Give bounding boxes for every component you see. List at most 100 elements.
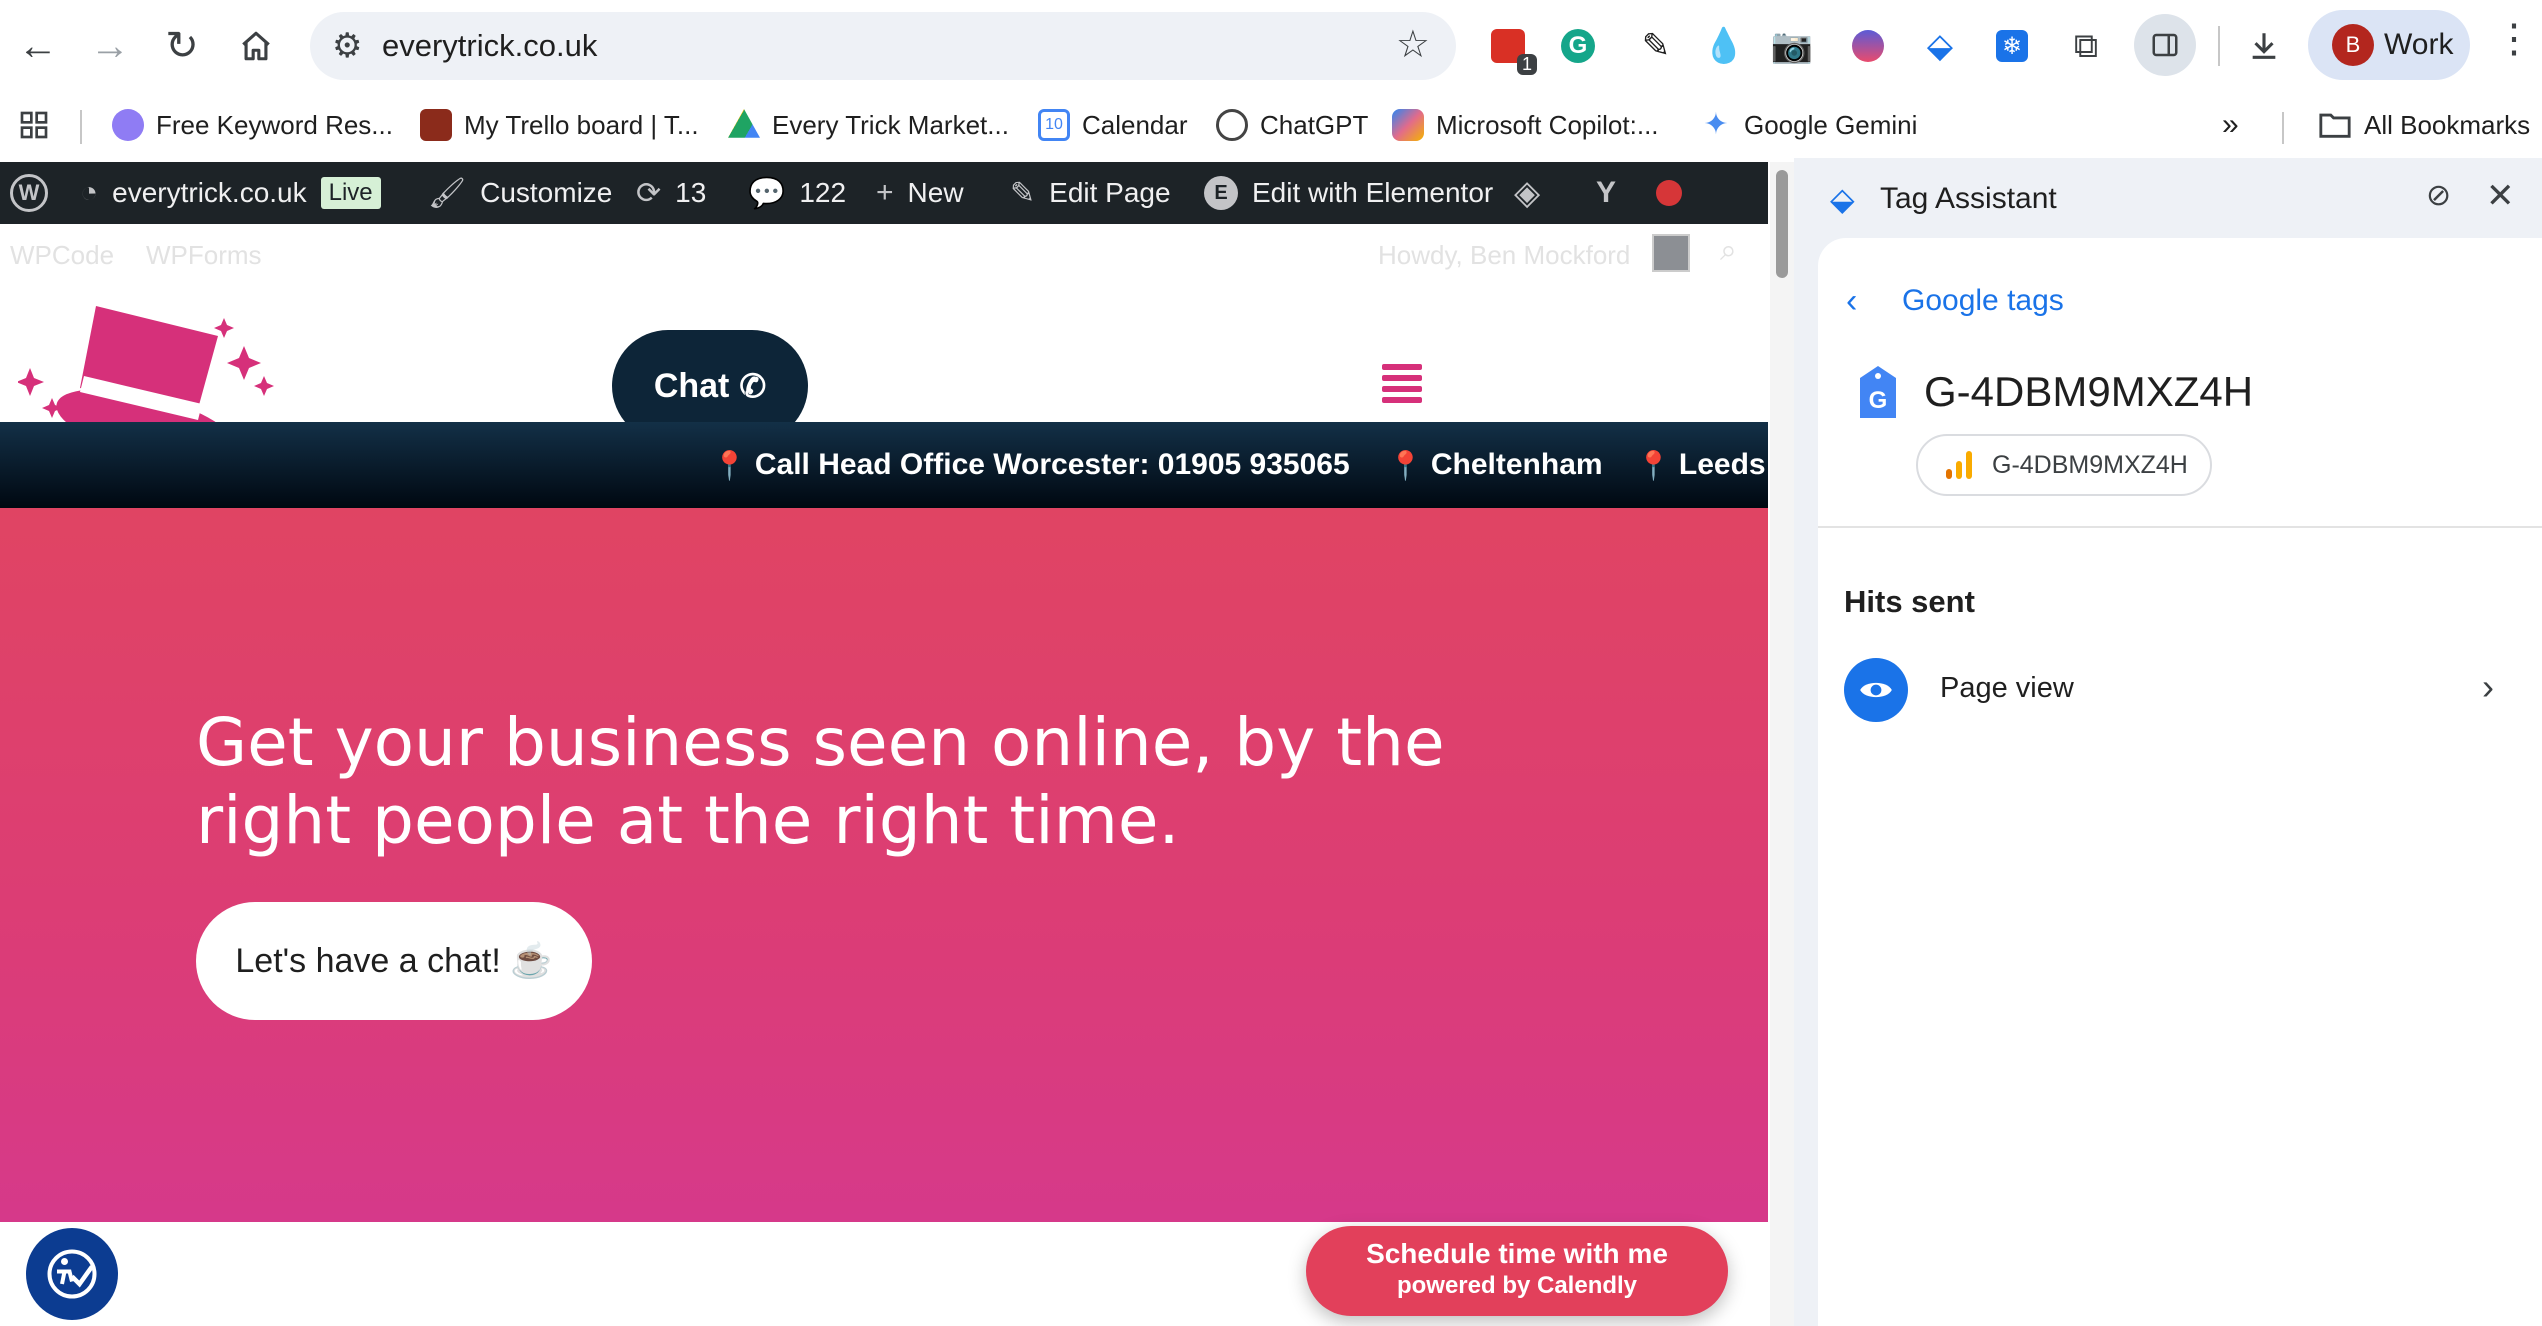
accessibility-button[interactable] [26, 1228, 118, 1320]
tag-assistant-logo-icon: ⬙ [1830, 181, 1855, 217]
wp-site-link[interactable]: ◔ everytrick.co.uk Live [80, 162, 381, 224]
bookmark-item[interactable]: 10 Calendar [1038, 102, 1188, 148]
avatar: B [2332, 24, 2374, 66]
cheltenham-link[interactable]: 📍 Cheltenham [1388, 422, 1603, 508]
arrow-left-icon: ← [18, 23, 58, 68]
faint-link-wpforms[interactable]: WPForms [146, 240, 262, 271]
dashboard-icon: ◔ [80, 176, 99, 209]
bookmark-item[interactable]: Free Keyword Res... [112, 102, 393, 148]
chat-button-label: Chat [653, 366, 730, 405]
bookmark-label: Free Keyword Res... [156, 109, 393, 140]
wp-elementor-link[interactable]: E Edit with Elementor [1204, 162, 1493, 224]
cheltenham-label: Cheltenham [1430, 448, 1603, 481]
bookmark-label: Calendar [1082, 109, 1188, 140]
calendly-subtitle: powered by Calendly [1396, 1272, 1638, 1299]
trello-icon [420, 109, 452, 141]
calendar-icon: 10 [1038, 109, 1070, 141]
bookmark-label: ChatGPT [1260, 109, 1369, 140]
panel-header: ⬙ Tag Assistant ⊘ ✕ [1794, 158, 2542, 238]
ga-property-chip[interactable]: G-4DBM9MXZ4H [1916, 434, 2212, 496]
head-office-link[interactable]: 📍 Call Head Office Worcester: 01905 9350… [712, 422, 1350, 508]
forward-button[interactable]: → [78, 14, 142, 78]
bookmark-item[interactable]: Microsoft Copilot:... [1392, 102, 1659, 148]
url-text[interactable]: everytrick.co.uk [382, 28, 597, 64]
home-icon [242, 31, 270, 61]
bookmark-label: Every Trick Market... [772, 109, 1009, 140]
accessibility-icon [47, 1249, 97, 1299]
contact-bar: 📍 Call Head Office Worcester: 01905 9350… [0, 422, 1768, 508]
user-avatar[interactable] [1652, 234, 1690, 272]
wp-updates-link[interactable]: ⟳ 13 [636, 162, 706, 224]
lets-chat-button[interactable]: Let's have a chat! ☕ [196, 902, 592, 1020]
extension-badge: 1 [1516, 54, 1537, 75]
bookmark-item[interactable]: ChatGPT [1216, 102, 1368, 148]
star-icon[interactable]: ☆ [1396, 22, 1430, 67]
pen-extension-icon[interactable]: ✎ [1630, 20, 1682, 72]
camera-icon[interactable]: 📷 [1766, 20, 1818, 72]
svg-text:G: G [1869, 387, 1888, 414]
more-vert-icon[interactable]: ⋮ [2494, 16, 2534, 62]
side-panel-toggle-icon[interactable] [2134, 14, 2196, 76]
scrollbar-thumb[interactable] [1776, 170, 1788, 278]
calendly-schedule-button[interactable]: Schedule time with me powered by Calendl… [1306, 1226, 1728, 1316]
back-button[interactable]: ← [6, 14, 70, 78]
drop-extension-icon[interactable]: 💧 [1698, 20, 1750, 72]
pin-icon: 📍 [1388, 449, 1423, 481]
wp-customize-link[interactable]: 🖌 Customize [428, 162, 612, 224]
apps-icon[interactable] [18, 102, 50, 148]
download-icon[interactable] [2238, 20, 2290, 72]
yoast-icon[interactable]: Y [1596, 162, 1616, 224]
leeds-link[interactable]: 📍 Leeds [1636, 422, 1766, 508]
wp-comments-link[interactable]: 💬 122 [748, 162, 846, 224]
pin-icon: 📍 [1636, 449, 1671, 481]
tag-assistant-icon[interactable]: ⬙ [1914, 20, 1966, 72]
grammarly-icon[interactable]: G [1552, 20, 1604, 72]
reload-button[interactable]: ↻ [150, 14, 214, 78]
edit-elementor-label: Edit with Elementor [1252, 177, 1494, 208]
profile-label: Work [2384, 28, 2454, 61]
recording-dot-icon[interactable] [1656, 180, 1682, 206]
wp-edit-page-link[interactable]: ✎ Edit Page [1010, 162, 1171, 224]
all-bookmarks-button[interactable]: All Bookmarks [2318, 102, 2530, 148]
hits-sent-heading: Hits sent [1844, 584, 1975, 619]
bookmark-item[interactable]: My Trello board | T... [420, 102, 699, 148]
reload-icon: ↻ [165, 24, 199, 68]
bookmark-item[interactable]: Every Trick Market... [728, 102, 1009, 148]
search-icon[interactable]: ⌕ [1720, 234, 1737, 268]
pencil-icon: ✎ [1010, 176, 1036, 210]
howdy-text[interactable]: Howdy, Ben Mockford [1378, 240, 1630, 271]
bookmark-label: My Trello board | T... [464, 109, 699, 140]
address-bar[interactable]: ⚙ everytrick.co.uk ☆ [310, 12, 1456, 80]
browser-toolbar: ← → ↻ ⚙ everytrick.co.uk ☆ 1 G ✎ 💧 📷 ⬙ ❄… [0, 0, 2542, 92]
wp-new-link[interactable]: + New [876, 162, 964, 224]
keyword-tool-icon [112, 109, 144, 141]
close-icon[interactable]: ✕ [2486, 176, 2515, 216]
arrow-right-icon: → [90, 23, 130, 68]
puzzle-icon[interactable]: ⧉ [2060, 20, 2112, 72]
faint-link-wpcode[interactable]: WPCode [10, 240, 114, 271]
new-label: New [907, 177, 964, 208]
snowflake-extension-icon[interactable]: ❄ [1986, 20, 2038, 72]
bookmarks-bar: Free Keyword Res... My Trello board | T.… [0, 92, 2542, 158]
hit-row-page-view[interactable]: Page view › [1818, 648, 2542, 732]
unpin-icon[interactable]: ⊘ [2426, 178, 2451, 213]
panel-title: Tag Assistant [1880, 182, 2057, 215]
google-tags-link[interactable]: Google tags [1902, 284, 2064, 318]
stripe-extension-icon[interactable] [1842, 20, 1894, 72]
gemini-icon: ✦ [1703, 108, 1729, 141]
extension-red-icon[interactable]: 1 [1482, 20, 1537, 75]
bookmarks-divider [2282, 112, 2284, 144]
profile-button[interactable]: B Work [2308, 10, 2470, 80]
menu-hamburger-icon[interactable] [1382, 364, 1422, 404]
chevron-left-icon[interactable]: ‹ [1846, 282, 1857, 321]
tune-icon[interactable]: ⚙ [332, 26, 362, 66]
tag-assistant-panel: ⬙ Tag Assistant ⊘ ✕ ‹ Google tags G G-4D… [1794, 158, 2542, 1326]
diamond-plugin-icon[interactable]: ◈ [1514, 162, 1540, 224]
bookmark-item[interactable]: ✦ Google Gemini [1700, 102, 1917, 148]
plus-icon: + [876, 176, 894, 209]
live-badge: Live [320, 177, 381, 209]
home-button[interactable] [224, 14, 288, 78]
wordpress-logo-icon[interactable]: W [10, 162, 48, 224]
page-scrollbar[interactable] [1770, 162, 1794, 1326]
bookmarks-overflow-button[interactable]: » [2222, 102, 2239, 148]
